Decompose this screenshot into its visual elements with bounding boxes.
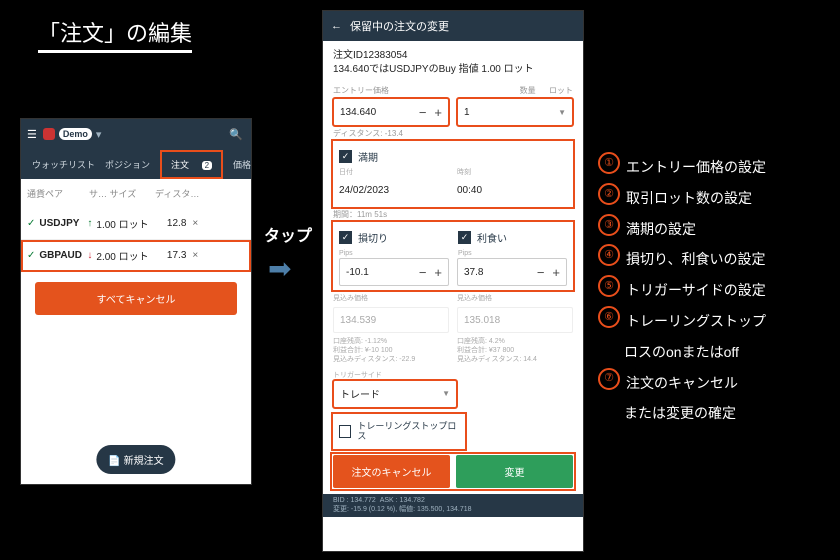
order-desc: 134.640ではUSDJPYのBuy 指値 1.00 ロット bbox=[333, 63, 573, 77]
est-price-sl: 134.539 bbox=[333, 307, 449, 333]
app-topbar: ☰ Demo ▾ 🔍 bbox=[21, 119, 251, 149]
tab-bar: ウォッチリスト ポジション 注文 2 価格アラート 履歴 bbox=[21, 149, 251, 179]
change-order-button[interactable]: 変更 bbox=[456, 455, 573, 488]
edit-topbar: ← 保留中の注文の変更 bbox=[323, 11, 583, 41]
order-id: 注文ID12383054 bbox=[333, 49, 573, 63]
arrow-up-icon: ↑ bbox=[87, 218, 92, 229]
duration-readout: 期間：11m 51s bbox=[323, 207, 583, 222]
legend: ①エントリー価格の設定 ②取引ロット数の設定 ③満期の設定 ④損切り、利食いの設… bbox=[598, 152, 766, 429]
edit-title: 保留中の注文の変更 bbox=[350, 18, 449, 34]
sl-pips-input[interactable]: -10.1−+ bbox=[339, 258, 449, 286]
arrow-right-icon: ➡ bbox=[268, 252, 291, 285]
entry-price-input[interactable]: 134.640−+ bbox=[333, 98, 449, 126]
edit-order-screen: ← 保留中の注文の変更 注文ID12383054 134.640ではUSDJPY… bbox=[322, 10, 584, 552]
tp-checkbox[interactable]: ✓ bbox=[458, 231, 471, 244]
tab-position[interactable]: ポジション bbox=[105, 158, 150, 171]
order-row[interactable]: ✓ USDJPY ↑ 1.00 ロット 12.8 × bbox=[21, 208, 251, 240]
order-row-selected[interactable]: ✓ GBPAUD ↓ 2.00 ロット 17.3 × bbox=[21, 240, 251, 272]
close-icon[interactable]: × bbox=[192, 250, 198, 261]
plus-icon[interactable]: + bbox=[434, 105, 442, 120]
action-buttons: 注文のキャンセル 変更 bbox=[333, 455, 573, 488]
trigger-side-select[interactable]: トレード▼ bbox=[333, 380, 457, 408]
cancel-all-button[interactable]: すべてキャンセル bbox=[35, 282, 237, 315]
expiry-time[interactable]: 00:40 bbox=[457, 185, 482, 196]
tab-watchlist[interactable]: ウォッチリスト bbox=[32, 158, 95, 171]
distance-readout: ディスタンス: -13.4 bbox=[323, 126, 583, 141]
est-price-tp: 135.018 bbox=[457, 307, 573, 333]
expiry-date[interactable]: 24/02/2023 bbox=[339, 185, 389, 196]
new-order-button[interactable]: 📄 新規注文 bbox=[96, 445, 175, 474]
tp-pips-input[interactable]: 37.8−+ bbox=[457, 258, 567, 286]
menu-icon[interactable]: ☰ bbox=[27, 128, 37, 141]
tsl-section: トレーリングストップロス bbox=[333, 414, 465, 450]
quantity-input[interactable]: 1▼ bbox=[457, 98, 573, 126]
app-logo-icon bbox=[43, 128, 55, 140]
tab-alerts[interactable]: 価格アラート bbox=[233, 158, 251, 171]
cancel-order-button[interactable]: 注文のキャンセル bbox=[333, 455, 450, 488]
back-icon[interactable]: ← bbox=[331, 20, 342, 32]
account-badge[interactable]: Demo bbox=[59, 128, 92, 140]
list-header: 通貨ペア サ… サイズ ディスタ… bbox=[21, 179, 251, 208]
tsl-checkbox[interactable] bbox=[339, 425, 351, 438]
check-icon: ✓ bbox=[27, 250, 35, 261]
minus-icon[interactable]: − bbox=[419, 105, 427, 120]
sltp-section: ✓損切り ✓利食い PipsPips -10.1−+ 37.8−+ bbox=[333, 222, 573, 290]
check-icon: ✓ bbox=[27, 218, 35, 229]
sl-checkbox[interactable]: ✓ bbox=[339, 231, 352, 244]
expiry-section: ✓満期 日付24/02/2023 時刻00:40 bbox=[333, 141, 573, 207]
arrow-down-icon: ↓ bbox=[87, 250, 92, 261]
chevron-down-icon[interactable]: ▼ bbox=[558, 108, 566, 117]
search-icon[interactable]: 🔍 bbox=[229, 128, 243, 141]
slide-title: 「注文」の編集 bbox=[38, 16, 192, 53]
price-footer: BID : 134.772 ASK : 134.782変更: -15.9 (0.… bbox=[323, 494, 583, 517]
orders-list-screen: ☰ Demo ▾ 🔍 ウォッチリスト ポジション 注文 2 価格アラート 履歴 … bbox=[20, 118, 252, 485]
tab-orders[interactable]: 注文 2 bbox=[160, 150, 223, 179]
expiry-checkbox[interactable]: ✓ bbox=[339, 150, 352, 163]
tap-annotation: タップ bbox=[264, 222, 312, 246]
close-icon[interactable]: × bbox=[192, 218, 198, 229]
